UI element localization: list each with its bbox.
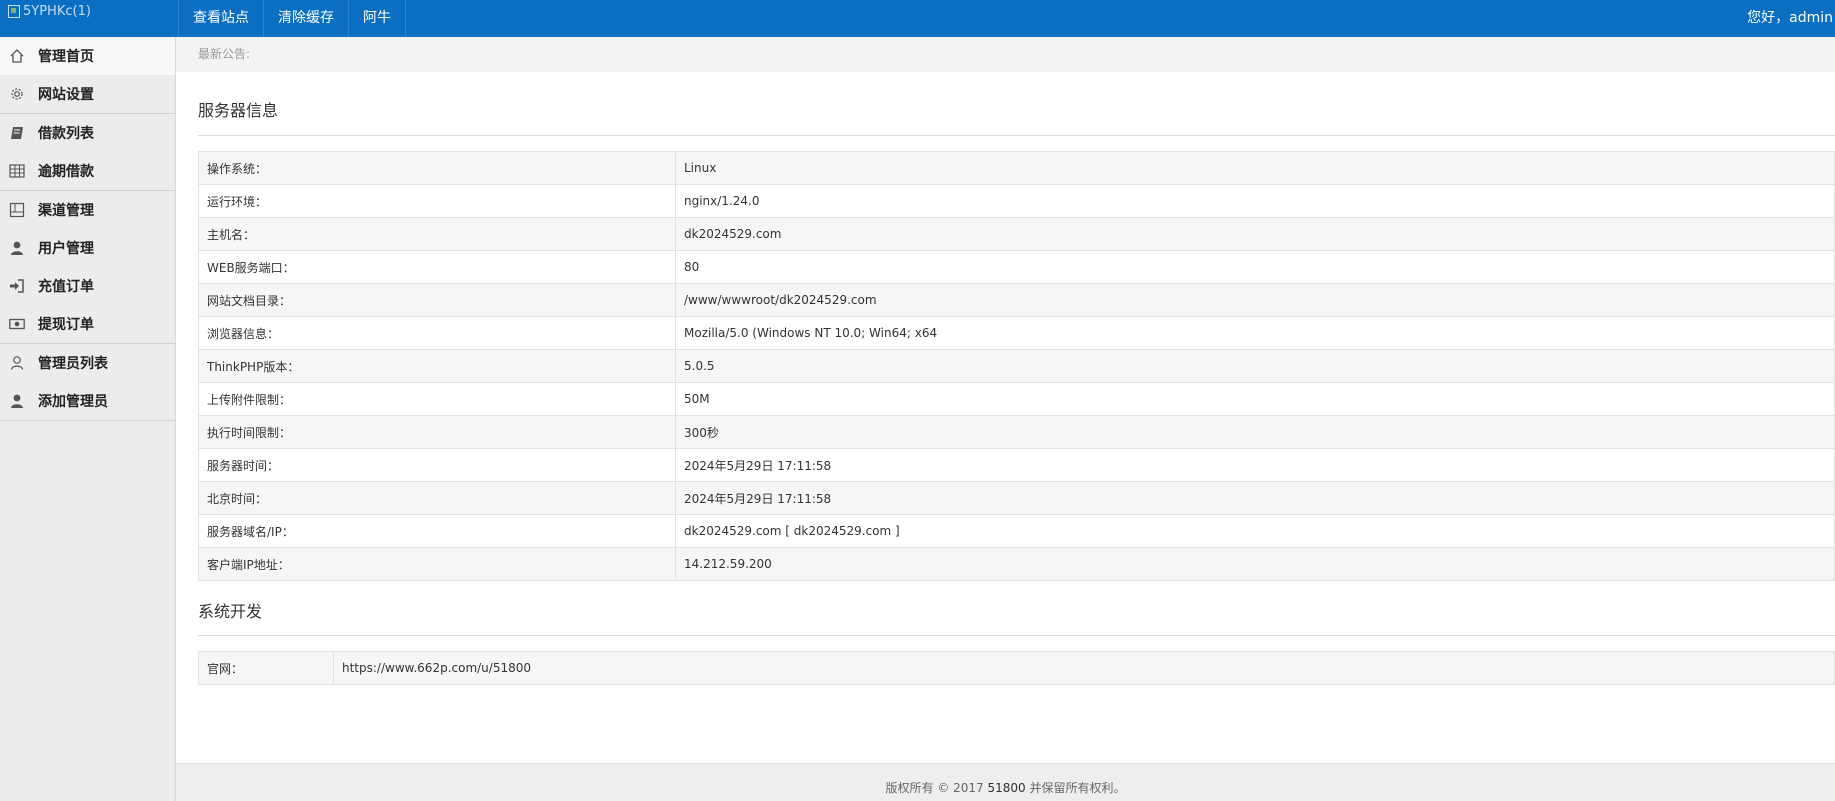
info-value: https://www.662p.com/u/51800 bbox=[333, 651, 1835, 685]
sidebar: 管理首页 网站设置 借款列表 逾期借款 渠道管理 用户管理 充值订单 提现订单 … bbox=[0, 37, 176, 801]
table-row: 浏览器信息： Mozilla/5.0 (Windows NT 10.0; Win6… bbox=[198, 316, 1835, 350]
info-value: Mozilla/5.0 (Windows NT 10.0; Win64; x64 bbox=[675, 316, 1835, 350]
content-area: 服务器信息 操作系统： Linux 运行环境： nginx/1.24.0 主机名： dk2… bbox=[176, 72, 1835, 685]
table-row: 服务器域名/IP： dk2024529.com [ dk2024529.com ] bbox=[198, 514, 1835, 548]
table-row: ThinkPHP版本： 5.0.5 bbox=[198, 349, 1835, 383]
info-value: 80 bbox=[675, 250, 1835, 284]
user-greeting[interactable]: 您好，admin bbox=[1747, 0, 1835, 37]
info-value: 2024年5月29日 17:11:58 bbox=[675, 481, 1835, 515]
sidebar-item-overdue-loans[interactable]: 逾期借款 bbox=[0, 152, 175, 190]
logo-alt-text: 5YPHKc(1) bbox=[23, 3, 91, 19]
footer: 版权所有 © 2017 51800 并保留所有权利。 bbox=[176, 764, 1835, 801]
sidebar-item-dashboard[interactable]: 管理首页 bbox=[0, 37, 175, 75]
user-outline-icon bbox=[8, 354, 26, 372]
sidebar-item-label: 管理首页 bbox=[38, 49, 94, 65]
layout-icon bbox=[8, 201, 26, 219]
table-row: 运行环境： nginx/1.24.0 bbox=[198, 184, 1835, 218]
info-key: 主机名： bbox=[198, 217, 676, 251]
nav-clear-cache[interactable]: 清除缓存 bbox=[264, 0, 349, 37]
info-key: 服务器时间： bbox=[198, 448, 676, 482]
sidebar-item-label: 渠道管理 bbox=[38, 203, 94, 219]
table-row: 操作系统： Linux bbox=[198, 151, 1835, 185]
book-icon bbox=[8, 124, 26, 142]
sidebar-item-label: 用户管理 bbox=[38, 241, 94, 257]
logo[interactable]: 5YPHKc(1) bbox=[8, 2, 91, 20]
sidebar-group-4: 管理员列表 添加管理员 bbox=[0, 344, 175, 421]
info-key: 客户端IP地址： bbox=[198, 547, 676, 581]
info-value: 5.0.5 bbox=[675, 349, 1835, 383]
sidebar-group-2: 借款列表 逾期借款 bbox=[0, 114, 175, 191]
info-value: dk2024529.com bbox=[675, 217, 1835, 251]
top-bar: 5YPHKc(1) 查看站点 清除缓存 阿牛 您好，admin bbox=[0, 0, 1835, 37]
broken-image-icon bbox=[8, 4, 20, 18]
server-info-title: 服务器信息 bbox=[198, 72, 1835, 136]
table-icon bbox=[8, 162, 26, 180]
home-icon bbox=[8, 47, 26, 65]
top-nav: 查看站点 清除缓存 阿牛 bbox=[178, 0, 406, 37]
info-value: 14.212.59.200 bbox=[675, 547, 1835, 581]
sidebar-group-1: 管理首页 网站设置 bbox=[0, 37, 175, 114]
sidebar-item-site-settings[interactable]: 网站设置 bbox=[0, 75, 175, 113]
info-value: 50M bbox=[675, 382, 1835, 416]
table-row: 网站文档目录：/www/wwwroot/dk2024529.com bbox=[198, 283, 1835, 317]
footer-prefix: 版权所有 © 2017 bbox=[885, 781, 988, 795]
sidebar-item-label: 提现订单 bbox=[38, 317, 94, 333]
sign-in-icon bbox=[8, 277, 26, 295]
table-row: 官网： https://www.662p.com/u/51800 bbox=[198, 651, 1835, 685]
main-content: 最新公告: 服务器信息 操作系统： Linux 运行环境： nginx/1.24.0 主… bbox=[176, 37, 1835, 764]
info-key: 浏览器信息： bbox=[198, 316, 676, 350]
info-key: ThinkPHP版本： bbox=[198, 349, 676, 383]
sidebar-item-label: 借款列表 bbox=[38, 126, 94, 142]
user-icon bbox=[8, 239, 26, 257]
footer-number: 51800 bbox=[987, 781, 1026, 795]
table-row: 主机名： dk2024529.com bbox=[198, 217, 1835, 251]
sidebar-item-admin-list[interactable]: 管理员列表 bbox=[0, 344, 175, 382]
sidebar-item-add-admin[interactable]: 添加管理员 bbox=[0, 382, 175, 420]
info-value: 2024年5月29日 17:11:58 bbox=[675, 448, 1835, 482]
sidebar-item-withdraw-orders[interactable]: 提现订单 bbox=[0, 305, 175, 343]
info-value: dk2024529.com [ dk2024529.com ] bbox=[675, 514, 1835, 548]
sidebar-item-label: 充值订单 bbox=[38, 279, 94, 295]
info-value: Linux bbox=[675, 151, 1835, 185]
info-key: 操作系统： bbox=[198, 151, 676, 185]
info-value: nginx/1.24.0 bbox=[675, 184, 1835, 218]
table-row: 上传附件限制： 50M bbox=[198, 382, 1835, 416]
sidebar-item-label: 网站设置 bbox=[38, 87, 94, 103]
sidebar-item-label: 添加管理员 bbox=[38, 394, 108, 410]
info-key: WEB服务端口： bbox=[198, 250, 676, 284]
info-value: 300秒 bbox=[675, 415, 1835, 449]
sidebar-item-recharge-orders[interactable]: 充值订单 bbox=[0, 267, 175, 305]
info-key: 北京时间： bbox=[198, 481, 676, 515]
server-info-table: 操作系统： Linux 运行环境： nginx/1.24.0 主机名： dk2024529… bbox=[198, 151, 1835, 581]
sidebar-item-label: 逾期借款 bbox=[38, 164, 94, 180]
info-key: 服务器域名/IP： bbox=[198, 514, 676, 548]
nav-aniu[interactable]: 阿牛 bbox=[349, 0, 406, 37]
info-key: 运行环境： bbox=[198, 184, 676, 218]
sidebar-item-users[interactable]: 用户管理 bbox=[0, 229, 175, 267]
table-row: 北京时间： 2024年5月29日 17:11:58 bbox=[198, 481, 1835, 515]
info-key: 官网： bbox=[198, 651, 334, 685]
info-value: /www/wwwroot/dk2024529.com bbox=[675, 283, 1835, 317]
info-key: 上传附件限制： bbox=[198, 382, 676, 416]
table-row: WEB服务端口： 80 bbox=[198, 250, 1835, 284]
user-icon bbox=[8, 392, 26, 410]
table-row: 客户端IP地址： 14.212.59.200 bbox=[198, 547, 1835, 581]
sidebar-item-label: 管理员列表 bbox=[38, 356, 108, 372]
sidebar-group-3: 渠道管理 用户管理 充值订单 提现订单 bbox=[0, 191, 175, 344]
info-key: 执行时间限制： bbox=[198, 415, 676, 449]
info-key: 网站文档目录： bbox=[198, 283, 676, 317]
sidebar-item-loan-list[interactable]: 借款列表 bbox=[0, 114, 175, 152]
dev-info-table: 官网： https://www.662p.com/u/51800 bbox=[198, 651, 1835, 685]
gear-icon bbox=[8, 85, 26, 103]
money-icon bbox=[8, 315, 26, 333]
announcement-bar: 最新公告: bbox=[176, 37, 1835, 72]
dev-info-title: 系统开发 bbox=[198, 581, 1835, 636]
table-row: 执行时间限制： 300秒 bbox=[198, 415, 1835, 449]
nav-view-site[interactable]: 查看站点 bbox=[178, 0, 264, 37]
table-row: 服务器时间： 2024年5月29日 17:11:58 bbox=[198, 448, 1835, 482]
sidebar-item-channels[interactable]: 渠道管理 bbox=[0, 191, 175, 229]
footer-suffix: 并保留所有权利。 bbox=[1025, 781, 1126, 795]
